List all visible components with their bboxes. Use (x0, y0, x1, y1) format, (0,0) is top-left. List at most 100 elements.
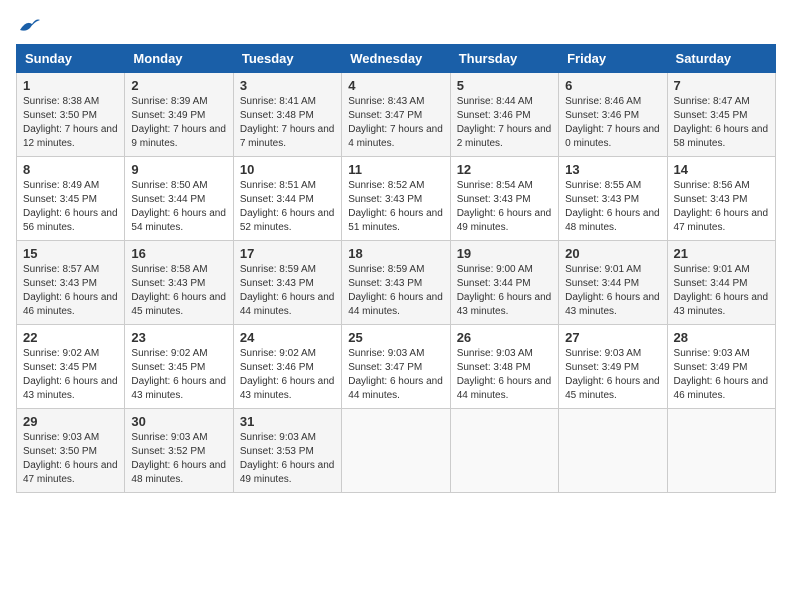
daylight-text: Daylight: 6 hours and 44 minutes. (240, 292, 335, 317)
cell-content: Sunrise: 9:03 AM Sunset: 3:47 PM Dayligh… (348, 347, 443, 403)
sunrise-text: Sunrise: 8:56 AM (674, 180, 750, 191)
daylight-text: Daylight: 6 hours and 45 minutes. (131, 292, 226, 317)
sunset-text: Sunset: 3:45 PM (23, 194, 97, 205)
day-number: 1 (23, 78, 118, 93)
calendar-cell: 3 Sunrise: 8:41 AM Sunset: 3:48 PM Dayli… (233, 73, 341, 157)
calendar-cell: 29 Sunrise: 9:03 AM Sunset: 3:50 PM Dayl… (17, 409, 125, 493)
calendar-cell: 31 Sunrise: 9:03 AM Sunset: 3:53 PM Dayl… (233, 409, 341, 493)
sunrise-text: Sunrise: 9:03 AM (348, 348, 424, 359)
day-number: 9 (131, 162, 226, 177)
daylight-text: Daylight: 6 hours and 44 minutes. (348, 376, 443, 401)
daylight-text: Daylight: 6 hours and 49 minutes. (240, 460, 335, 485)
sunrise-text: Sunrise: 9:03 AM (674, 348, 750, 359)
daylight-text: Daylight: 6 hours and 47 minutes. (674, 208, 769, 233)
sunrise-text: Sunrise: 8:59 AM (348, 264, 424, 275)
cell-content: Sunrise: 9:02 AM Sunset: 3:45 PM Dayligh… (23, 347, 118, 403)
cell-content: Sunrise: 9:02 AM Sunset: 3:46 PM Dayligh… (240, 347, 335, 403)
sunset-text: Sunset: 3:43 PM (457, 194, 531, 205)
daylight-text: Daylight: 6 hours and 47 minutes. (23, 460, 118, 485)
sunrise-text: Sunrise: 9:02 AM (23, 348, 99, 359)
sunset-text: Sunset: 3:43 PM (348, 194, 422, 205)
day-number: 13 (565, 162, 660, 177)
daylight-text: Daylight: 6 hours and 43 minutes. (240, 376, 335, 401)
calendar-week-row: 8 Sunrise: 8:49 AM Sunset: 3:45 PM Dayli… (17, 157, 776, 241)
calendar-header-monday: Monday (125, 45, 233, 73)
calendar-header-row: SundayMondayTuesdayWednesdayThursdayFrid… (17, 45, 776, 73)
calendar-cell: 22 Sunrise: 9:02 AM Sunset: 3:45 PM Dayl… (17, 325, 125, 409)
cell-content: Sunrise: 8:58 AM Sunset: 3:43 PM Dayligh… (131, 263, 226, 319)
calendar-cell: 26 Sunrise: 9:03 AM Sunset: 3:48 PM Dayl… (450, 325, 558, 409)
daylight-text: Daylight: 7 hours and 12 minutes. (23, 124, 118, 149)
daylight-text: Daylight: 6 hours and 51 minutes. (348, 208, 443, 233)
cell-content: Sunrise: 9:03 AM Sunset: 3:52 PM Dayligh… (131, 431, 226, 487)
sunset-text: Sunset: 3:48 PM (240, 110, 314, 121)
sunrise-text: Sunrise: 8:54 AM (457, 180, 533, 191)
calendar-week-row: 1 Sunrise: 8:38 AM Sunset: 3:50 PM Dayli… (17, 73, 776, 157)
sunrise-text: Sunrise: 8:50 AM (131, 180, 207, 191)
sunset-text: Sunset: 3:48 PM (457, 362, 531, 373)
calendar-cell: 4 Sunrise: 8:43 AM Sunset: 3:47 PM Dayli… (342, 73, 450, 157)
sunrise-text: Sunrise: 8:46 AM (565, 96, 641, 107)
day-number: 28 (674, 330, 769, 345)
sunrise-text: Sunrise: 9:03 AM (23, 432, 99, 443)
sunrise-text: Sunrise: 9:03 AM (565, 348, 641, 359)
day-number: 23 (131, 330, 226, 345)
sunset-text: Sunset: 3:49 PM (674, 362, 748, 373)
calendar-cell: 7 Sunrise: 8:47 AM Sunset: 3:45 PM Dayli… (667, 73, 775, 157)
daylight-text: Daylight: 7 hours and 0 minutes. (565, 124, 660, 149)
cell-content: Sunrise: 9:00 AM Sunset: 3:44 PM Dayligh… (457, 263, 552, 319)
sunset-text: Sunset: 3:44 PM (565, 278, 639, 289)
sunrise-text: Sunrise: 9:02 AM (131, 348, 207, 359)
sunrise-text: Sunrise: 9:03 AM (457, 348, 533, 359)
page-header (16, 16, 776, 34)
cell-content: Sunrise: 8:44 AM Sunset: 3:46 PM Dayligh… (457, 95, 552, 151)
sunrise-text: Sunrise: 8:39 AM (131, 96, 207, 107)
cell-content: Sunrise: 9:02 AM Sunset: 3:45 PM Dayligh… (131, 347, 226, 403)
cell-content: Sunrise: 9:03 AM Sunset: 3:53 PM Dayligh… (240, 431, 335, 487)
sunrise-text: Sunrise: 9:02 AM (240, 348, 316, 359)
day-number: 21 (674, 246, 769, 261)
day-number: 27 (565, 330, 660, 345)
cell-content: Sunrise: 8:59 AM Sunset: 3:43 PM Dayligh… (348, 263, 443, 319)
sunset-text: Sunset: 3:47 PM (348, 110, 422, 121)
calendar-cell: 15 Sunrise: 8:57 AM Sunset: 3:43 PM Dayl… (17, 241, 125, 325)
day-number: 18 (348, 246, 443, 261)
day-number: 5 (457, 78, 552, 93)
calendar-cell (342, 409, 450, 493)
sunrise-text: Sunrise: 9:03 AM (131, 432, 207, 443)
calendar-header-tuesday: Tuesday (233, 45, 341, 73)
logo (16, 16, 40, 34)
cell-content: Sunrise: 9:03 AM Sunset: 3:48 PM Dayligh… (457, 347, 552, 403)
day-number: 17 (240, 246, 335, 261)
sunrise-text: Sunrise: 8:55 AM (565, 180, 641, 191)
day-number: 2 (131, 78, 226, 93)
cell-content: Sunrise: 8:47 AM Sunset: 3:45 PM Dayligh… (674, 95, 769, 151)
sunset-text: Sunset: 3:49 PM (565, 362, 639, 373)
sunrise-text: Sunrise: 8:47 AM (674, 96, 750, 107)
calendar-cell: 28 Sunrise: 9:03 AM Sunset: 3:49 PM Dayl… (667, 325, 775, 409)
calendar-table: SundayMondayTuesdayWednesdayThursdayFrid… (16, 44, 776, 493)
sunset-text: Sunset: 3:44 PM (240, 194, 314, 205)
day-number: 22 (23, 330, 118, 345)
calendar-cell: 9 Sunrise: 8:50 AM Sunset: 3:44 PM Dayli… (125, 157, 233, 241)
day-number: 10 (240, 162, 335, 177)
cell-content: Sunrise: 8:51 AM Sunset: 3:44 PM Dayligh… (240, 179, 335, 235)
daylight-text: Daylight: 6 hours and 46 minutes. (674, 376, 769, 401)
sunrise-text: Sunrise: 8:51 AM (240, 180, 316, 191)
sunset-text: Sunset: 3:46 PM (565, 110, 639, 121)
cell-content: Sunrise: 8:43 AM Sunset: 3:47 PM Dayligh… (348, 95, 443, 151)
daylight-text: Daylight: 6 hours and 56 minutes. (23, 208, 118, 233)
sunrise-text: Sunrise: 9:03 AM (240, 432, 316, 443)
day-number: 8 (23, 162, 118, 177)
sunrise-text: Sunrise: 8:59 AM (240, 264, 316, 275)
sunset-text: Sunset: 3:43 PM (131, 278, 205, 289)
daylight-text: Daylight: 6 hours and 48 minutes. (565, 208, 660, 233)
calendar-cell: 2 Sunrise: 8:39 AM Sunset: 3:49 PM Dayli… (125, 73, 233, 157)
day-number: 4 (348, 78, 443, 93)
sunrise-text: Sunrise: 8:58 AM (131, 264, 207, 275)
sunset-text: Sunset: 3:50 PM (23, 446, 97, 457)
cell-content: Sunrise: 9:01 AM Sunset: 3:44 PM Dayligh… (674, 263, 769, 319)
daylight-text: Daylight: 7 hours and 4 minutes. (348, 124, 443, 149)
calendar-cell: 27 Sunrise: 9:03 AM Sunset: 3:49 PM Dayl… (559, 325, 667, 409)
daylight-text: Daylight: 6 hours and 43 minutes. (565, 292, 660, 317)
